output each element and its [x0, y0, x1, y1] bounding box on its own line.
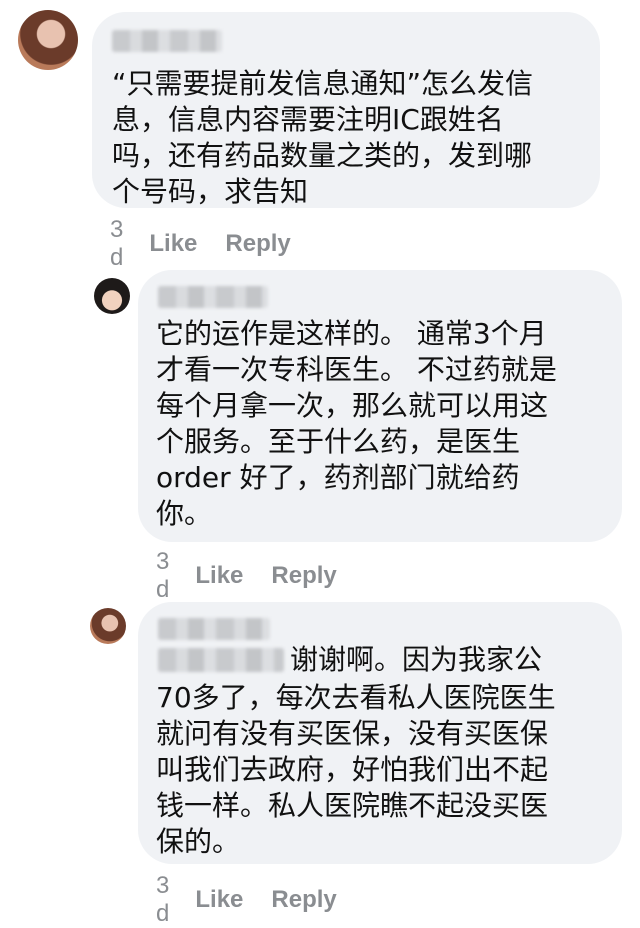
avatar[interactable] [18, 10, 78, 70]
comment-actions: 3 d Like Reply [110, 216, 319, 272]
author-name[interactable] [158, 286, 268, 308]
avatar[interactable] [94, 278, 130, 314]
like-button[interactable]: Like [195, 886, 243, 914]
author-name-second-line [158, 648, 284, 672]
comment-actions: 3 d Like Reply [156, 548, 365, 604]
comment-text: 70多了，每次去看私人医院医生 就问有没有买医保，没有买医保 叫我们去政府，好怕… [156, 681, 556, 858]
comment-bubble: “只需要提前发信息通知”怎么发信 息，信息内容需要注明IC跟姓名 吗，还有药品数… [92, 12, 600, 208]
author-name[interactable] [158, 618, 270, 640]
comment-bubble: 谢谢啊。因为我家公 70多了，每次去看私人医院医生 就问有没有买医保，没有买医保… [138, 602, 622, 864]
timestamp[interactable]: 3 d [110, 216, 123, 272]
reply-button[interactable]: Reply [271, 562, 336, 590]
avatar[interactable] [90, 608, 126, 644]
like-button[interactable]: Like [195, 562, 243, 590]
comment-text: 它的运作是这样的。 通常3个月 才看一次专科医生。 不过药就是 每个月拿一次，那… [156, 317, 557, 530]
reply-button[interactable]: Reply [271, 886, 336, 914]
reply-button[interactable]: Reply [225, 230, 290, 258]
comment-bubble: 它的运作是这样的。 通常3个月 才看一次专科医生。 不过药就是 每个月拿一次，那… [138, 270, 622, 542]
timestamp[interactable]: 3 d [156, 872, 169, 928]
comment-text: “只需要提前发信息通知”怎么发信 息，信息内容需要注明IC跟姓名 吗，还有药品数… [112, 67, 534, 208]
author-name[interactable] [112, 30, 222, 52]
comment-actions: 3 d Like Reply [156, 872, 365, 928]
timestamp[interactable]: 3 d [156, 548, 169, 604]
comment-text-first-line: 谢谢啊。因为我家公 [290, 643, 543, 676]
like-button[interactable]: Like [149, 230, 197, 258]
